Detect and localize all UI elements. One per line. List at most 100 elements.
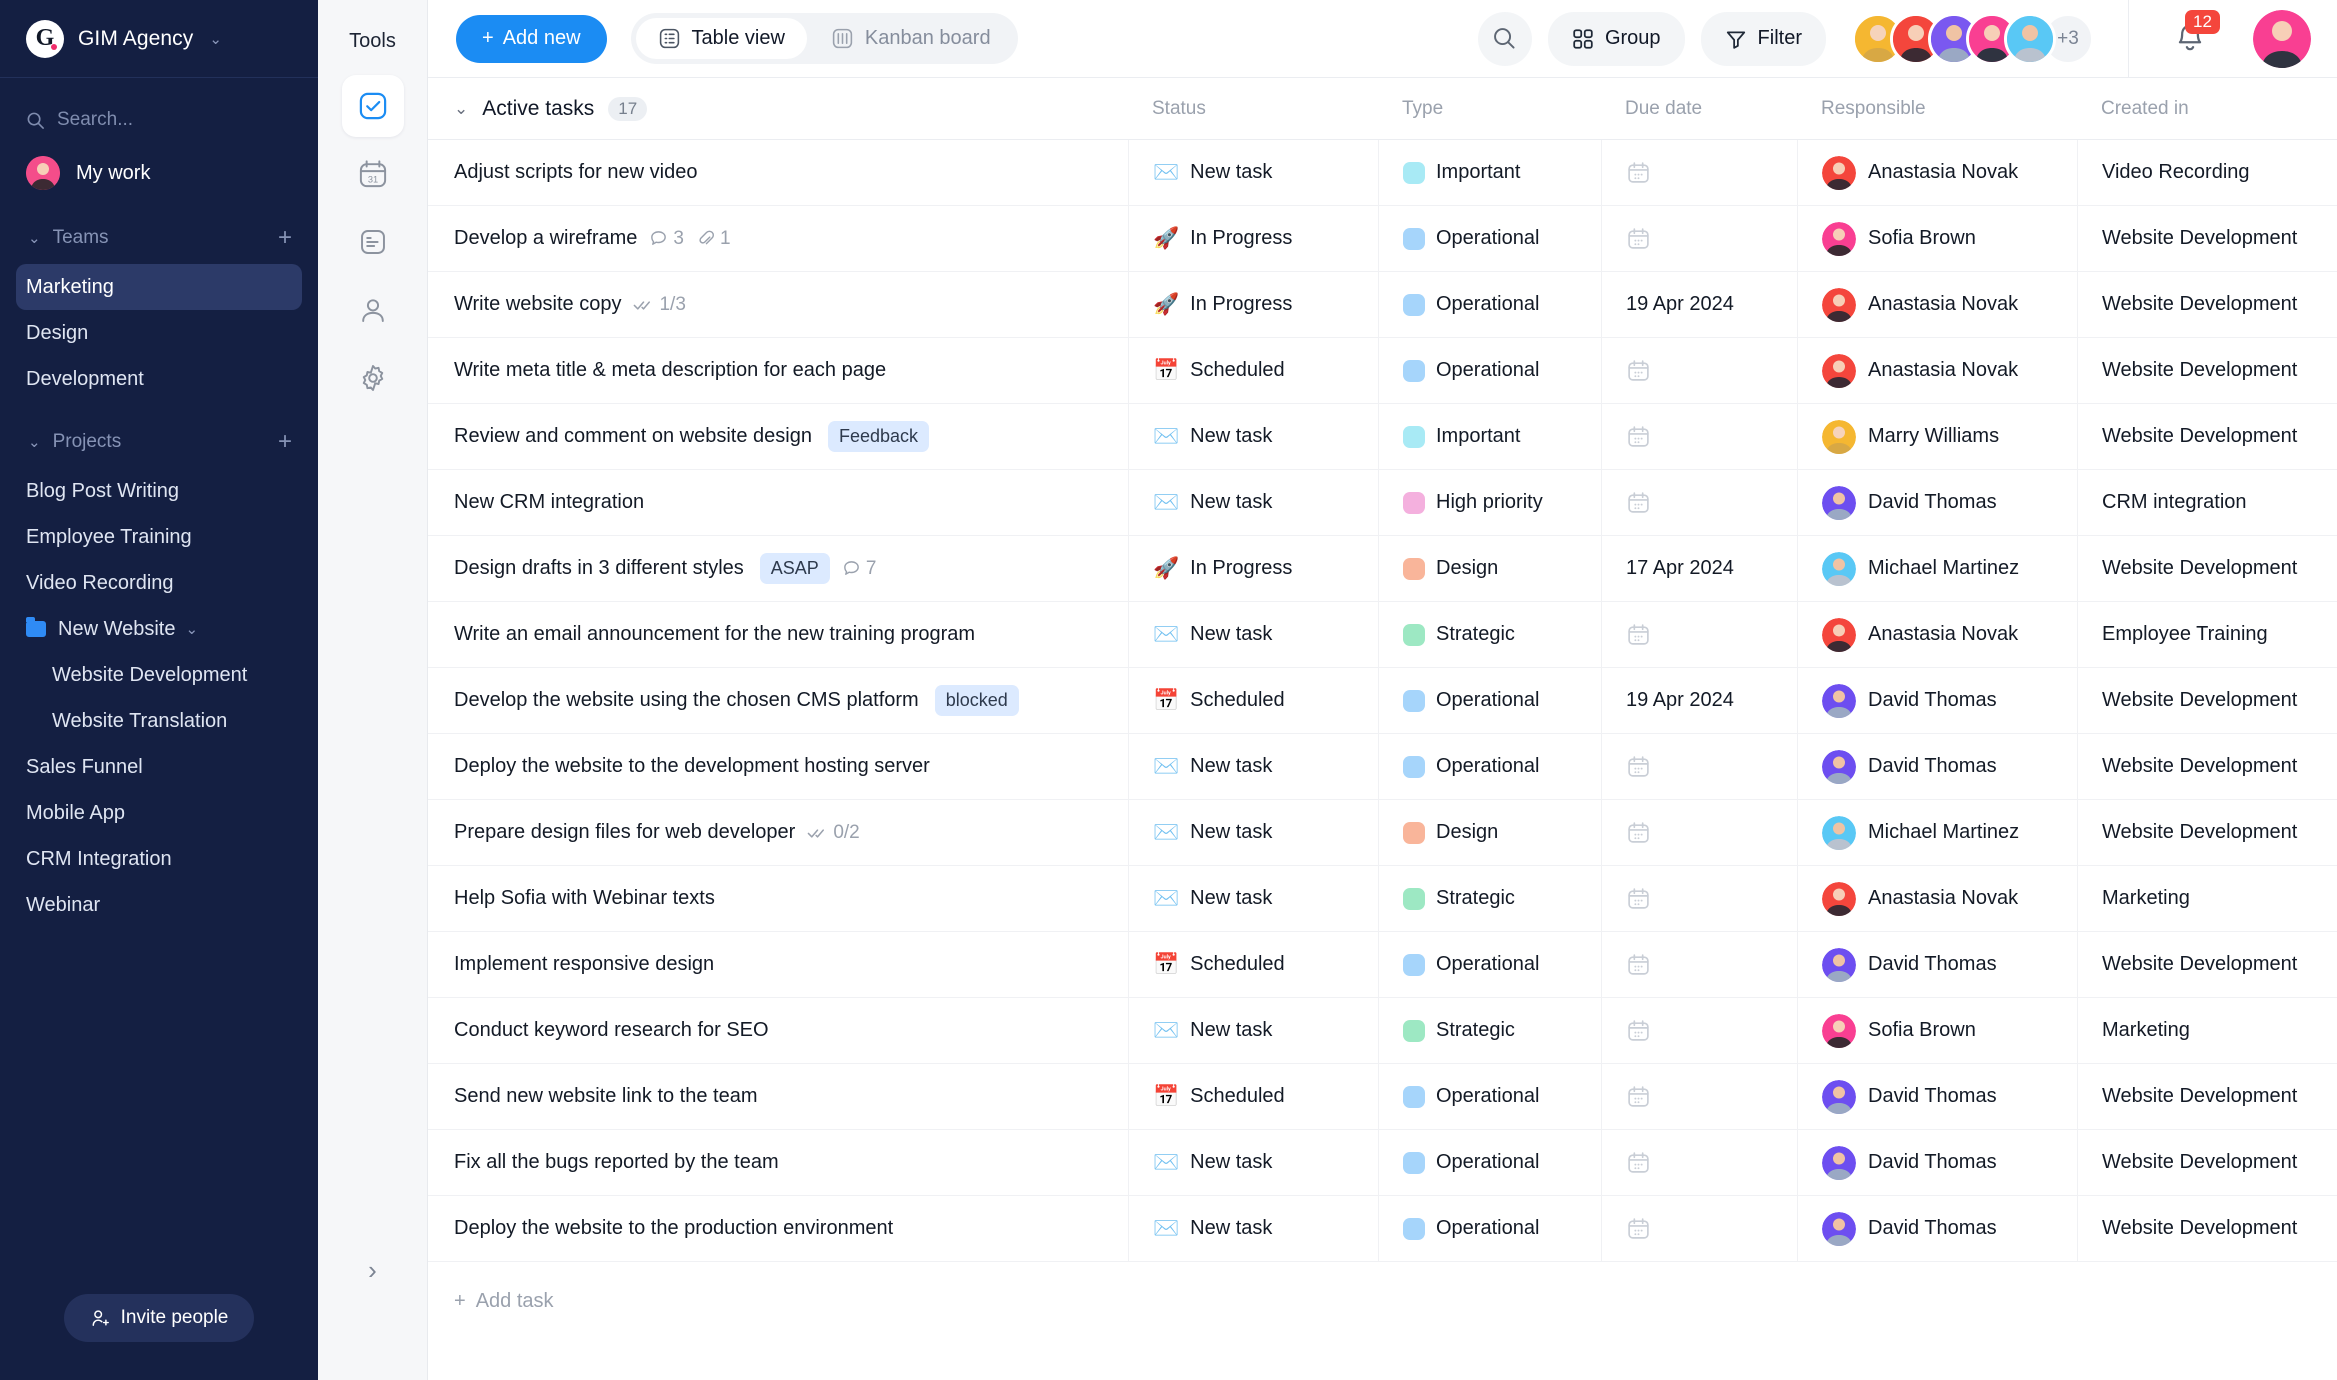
task-name-cell[interactable]: Conduct keyword research for SEO [428, 998, 1128, 1063]
due-date-cell[interactable] [1601, 338, 1797, 403]
column-header-due-date[interactable]: Due date [1601, 98, 1797, 120]
table-row[interactable]: Adjust scripts for new video ✉️ New task Im… [428, 140, 2337, 206]
type-cell[interactable]: Operational [1378, 668, 1601, 733]
chevron-down-icon[interactable]: ⌄ [28, 229, 41, 247]
responsible-cell[interactable]: Marry Williams [1797, 404, 2077, 469]
due-date-cell[interactable] [1601, 1196, 1797, 1261]
type-cell[interactable]: Operational [1378, 932, 1601, 997]
chevron-down-icon[interactable]: ⌄ [209, 30, 222, 48]
due-date-cell[interactable] [1601, 800, 1797, 865]
table-row[interactable]: Design drafts in 3 different styles ASAP 7… [428, 536, 2337, 602]
sidebar-item-my-work[interactable]: My work [0, 148, 318, 198]
due-date-cell[interactable] [1601, 470, 1797, 535]
status-cell[interactable]: ✉️ New task [1128, 734, 1378, 799]
avatar[interactable] [2004, 12, 2056, 65]
task-name-cell[interactable]: Develop a wireframe 3 1 [428, 206, 1128, 271]
sidebar-item-webinar[interactable]: Webinar [16, 882, 302, 928]
table-row[interactable]: Conduct keyword research for SEO ✉️ New ta… [428, 998, 2337, 1064]
created-in-cell[interactable]: Website Development [2077, 272, 2337, 337]
status-cell[interactable]: ✉️ New task [1128, 1130, 1378, 1195]
column-header-created-in[interactable]: Created in [2077, 98, 2337, 120]
calendar-icon[interactable] [1626, 952, 1651, 977]
rail-item-notes[interactable] [342, 211, 404, 273]
invite-people-button[interactable]: Invite people [63, 1294, 255, 1342]
sidebar-item-development[interactable]: Development [16, 356, 302, 402]
responsible-cell[interactable]: David Thomas [1797, 668, 2077, 733]
type-cell[interactable]: Operational [1378, 1196, 1601, 1261]
table-row[interactable]: Fix all the bugs reported by the team ✉️ N… [428, 1130, 2337, 1196]
table-row[interactable]: Review and comment on website design Feed… [428, 404, 2337, 470]
type-cell[interactable]: Important [1378, 140, 1601, 205]
status-cell[interactable]: 📅 Scheduled [1128, 1064, 1378, 1129]
type-cell[interactable]: High priority [1378, 470, 1601, 535]
created-in-cell[interactable]: Website Development [2077, 668, 2337, 733]
search-button[interactable] [1477, 11, 1532, 66]
status-cell[interactable]: ✉️ New task [1128, 140, 1378, 205]
status-cell[interactable]: 📅 Scheduled [1128, 668, 1378, 733]
status-cell[interactable]: 🚀 In Progress [1128, 206, 1378, 271]
type-cell[interactable]: Operational [1378, 338, 1601, 403]
responsible-cell[interactable]: David Thomas [1797, 1064, 2077, 1129]
task-name-cell[interactable]: Write an email announcement for the new … [428, 602, 1128, 667]
due-date-cell[interactable]: 19 Apr 2024 [1601, 668, 1797, 733]
chevron-down-icon[interactable]: ⌄ [454, 99, 468, 119]
column-header-responsible[interactable]: Responsible [1797, 98, 2077, 120]
add-new-button[interactable]: + Add new [456, 14, 607, 63]
due-date-cell[interactable] [1601, 140, 1797, 205]
type-cell[interactable]: Strategic [1378, 866, 1601, 931]
calendar-icon[interactable] [1626, 160, 1651, 185]
workspace-switcher[interactable]: G GIM Agency ⌄ [0, 0, 318, 78]
task-name-cell[interactable]: Adjust scripts for new video [428, 140, 1128, 205]
created-in-cell[interactable]: Website Development [2077, 404, 2337, 469]
table-row[interactable]: Develop a wireframe 3 1 🚀 In Progress Operati… [428, 206, 2337, 272]
calendar-icon[interactable] [1626, 1150, 1651, 1175]
type-cell[interactable]: Operational [1378, 1130, 1601, 1195]
status-cell[interactable]: 🚀 In Progress [1128, 536, 1378, 601]
created-in-cell[interactable]: Marketing [2077, 866, 2337, 931]
responsible-cell[interactable]: David Thomas [1797, 470, 2077, 535]
status-cell[interactable]: 📅 Scheduled [1128, 932, 1378, 997]
status-cell[interactable]: ✉️ New task [1128, 1196, 1378, 1261]
task-name-cell[interactable]: New CRM integration [428, 470, 1128, 535]
calendar-icon[interactable] [1626, 490, 1651, 515]
sidebar-item-marketing[interactable]: Marketing [16, 264, 302, 310]
created-in-cell[interactable]: Website Development [2077, 536, 2337, 601]
type-cell[interactable]: Operational [1378, 272, 1601, 337]
sidebar-item-design[interactable]: Design [16, 310, 302, 356]
status-cell[interactable]: ✉️ New task [1128, 470, 1378, 535]
calendar-icon[interactable] [1626, 820, 1651, 845]
column-header-type[interactable]: Type [1378, 98, 1601, 120]
created-in-cell[interactable]: Website Development [2077, 1196, 2337, 1261]
task-name-cell[interactable]: Review and comment on website design Feed… [428, 404, 1128, 469]
due-date-cell[interactable]: 19 Apr 2024 [1601, 272, 1797, 337]
status-cell[interactable]: ✉️ New task [1128, 602, 1378, 667]
created-in-cell[interactable]: Website Development [2077, 734, 2337, 799]
type-cell[interactable]: Strategic [1378, 602, 1601, 667]
table-row[interactable]: Help Sofia with Webinar texts ✉️ New task S… [428, 866, 2337, 932]
status-cell[interactable]: 📅 Scheduled [1128, 338, 1378, 403]
task-name-cell[interactable]: Deploy the website to the production env… [428, 1196, 1128, 1261]
user-avatar[interactable] [2253, 9, 2311, 68]
responsible-cell[interactable]: David Thomas [1797, 1130, 2077, 1195]
responsible-cell[interactable]: David Thomas [1797, 734, 2077, 799]
table-row[interactable]: Write website copy 1/3 🚀 In Progress Operati… [428, 272, 2337, 338]
task-badge[interactable]: blocked [934, 685, 1019, 716]
due-date-cell[interactable] [1601, 602, 1797, 667]
table-row[interactable]: Write an email announcement for the new … [428, 602, 2337, 668]
sidebar-item-crm-integration[interactable]: CRM Integration [16, 836, 302, 882]
tab-table-view[interactable]: Table view [635, 18, 807, 59]
sidebar-section-projects[interactable]: ⌄ Projects + [0, 416, 318, 468]
collapse-rail-button[interactable]: › [318, 1255, 427, 1286]
task-name-cell[interactable]: Send new website link to the team [428, 1064, 1128, 1129]
due-date-cell[interactable] [1601, 932, 1797, 997]
type-cell[interactable]: Design [1378, 536, 1601, 601]
responsible-cell[interactable]: Sofia Brown [1797, 998, 2077, 1063]
responsible-cell[interactable]: Anastasia Novak [1797, 602, 2077, 667]
group-button[interactable]: Group [1547, 11, 1685, 66]
table-row[interactable]: Develop the website using the chosen CMS… [428, 668, 2337, 734]
sidebar-item-blog-post-writing[interactable]: Blog Post Writing [16, 468, 302, 514]
due-date-cell[interactable] [1601, 998, 1797, 1063]
sidebar-item-employee-training[interactable]: Employee Training [16, 514, 302, 560]
status-cell[interactable]: 🚀 In Progress [1128, 272, 1378, 337]
type-cell[interactable]: Strategic [1378, 998, 1601, 1063]
